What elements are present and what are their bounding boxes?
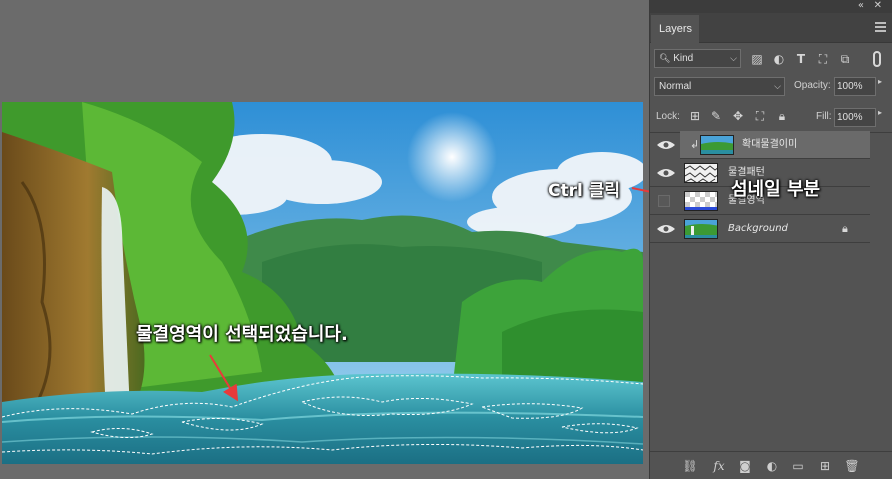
selection-done-annotation: 물결영역이 선택되었습니다. <box>136 324 348 345</box>
opacity-dropdown-icon[interactable]: ▸ <box>878 77 882 86</box>
fx-icon[interactable]: fx <box>711 459 727 473</box>
document-canvas[interactable] <box>2 102 643 464</box>
layer-name: 확대물결이미 <box>742 139 798 150</box>
search-icon: 🔍︎ <box>659 53 671 63</box>
new-layer-icon[interactable]: ⊞ <box>817 459 833 473</box>
lock-image-icon[interactable]: ✎ <box>708 109 724 123</box>
fill-input[interactable]: 100% <box>834 108 876 127</box>
delete-layer-icon[interactable]: 🗑︎ <box>844 459 860 473</box>
fill-dropdown-icon[interactable]: ▸ <box>878 108 882 117</box>
clipping-arrow-icon: ↲ <box>690 138 700 151</box>
panel-tab-bar: Layers <box>650 13 892 43</box>
image-filter-icon[interactable]: ▨ <box>749 52 765 66</box>
layers-panel: « ✕ Layers 🔍︎ Kind ⌵ ▨ ◐ T ⛶ ⧉ Normal ⌵ … <box>649 0 892 479</box>
opacity-value: 100% <box>837 81 863 92</box>
layer-thumbnail <box>684 163 718 183</box>
close-panel-icon[interactable]: ✕ <box>874 0 882 12</box>
lock-position-icon[interactable]: ✥ <box>730 109 746 123</box>
waterfall-landscape-image <box>2 102 643 464</box>
lock-transparent-icon[interactable]: ⊞ <box>687 109 703 123</box>
lock-artboard-icon[interactable]: ⛶ <box>752 109 768 123</box>
type-filter-icon[interactable]: T <box>793 52 809 66</box>
panel-menu-icon[interactable] <box>875 22 886 32</box>
layers-bottom-bar: ⛓ fx ◙ ◐ ▭ ⊞ 🗑︎ <box>650 451 892 479</box>
layer-thumbnail <box>700 135 734 155</box>
fill-label: Fill: <box>816 111 832 122</box>
smart-object-filter-icon[interactable]: ⧉ <box>837 52 853 66</box>
chevron-down-icon: ⌵ <box>730 53 737 63</box>
tab-layers[interactable]: Layers <box>651 15 699 43</box>
visibility-eye-icon[interactable] <box>656 139 676 151</box>
blend-mode-value: Normal <box>659 81 692 92</box>
layer-item-0[interactable]: ↲ 확대물결이미 <box>650 131 892 159</box>
fill-value: 100% <box>837 112 863 123</box>
lock-all-icon[interactable]: 🔒︎ <box>774 109 790 123</box>
visibility-toggle-off[interactable] <box>658 195 670 207</box>
visibility-eye-icon[interactable] <box>656 223 676 235</box>
layer-filter-row: 🔍︎ Kind ⌵ ▨ ◐ T ⛶ ⧉ <box>650 43 892 73</box>
kind-filter-label: Kind <box>673 53 694 64</box>
ctrl-click-annotation: Ctrl 클릭 <box>548 181 621 201</box>
opacity-label: Opacity: <box>794 80 831 91</box>
lock-row: Lock: ⊞ ✎ ✥ ⛶ 🔒︎ Fill: 100% ▸ <box>650 101 892 133</box>
blend-row: Normal ⌵ Opacity: 100% ▸ <box>650 73 892 101</box>
layer-item-3[interactable]: Background 🔒︎ <box>650 215 870 243</box>
chevron-down-icon: ⌵ <box>774 81 781 91</box>
panel-title-bar: « ✕ <box>650 0 892 13</box>
canvas-workspace[interactable]: 물결영역이 선택되었습니다. Ctrl 클릭 <box>0 0 649 479</box>
layer-thumbnail <box>684 219 718 239</box>
adjustment-filter-icon[interactable]: ◐ <box>771 52 787 66</box>
kind-filter-select[interactable]: 🔍︎ Kind ⌵ <box>654 49 741 68</box>
new-group-icon[interactable]: ▭ <box>790 459 806 473</box>
layer-lock-icon: 🔒︎ <box>842 222 848 235</box>
link-layers-icon[interactable]: ⛓ <box>682 459 698 473</box>
filter-toggle-icon[interactable] <box>873 51 881 67</box>
blend-mode-select[interactable]: Normal ⌵ <box>654 77 785 96</box>
collapse-panel-icon[interactable]: « <box>858 0 864 12</box>
shape-filter-icon[interactable]: ⛶ <box>815 52 831 66</box>
layer-thumbnail <box>684 191 718 211</box>
adjustment-layer-icon[interactable]: ◐ <box>764 459 780 473</box>
opacity-input[interactable]: 100% <box>834 77 876 96</box>
thumbnail-part-annotation: 섬네일 부분 <box>731 179 821 200</box>
lock-label: Lock: <box>656 111 680 122</box>
layer-name: Background <box>728 223 788 234</box>
visibility-eye-icon[interactable] <box>656 167 676 179</box>
add-mask-icon[interactable]: ◙ <box>737 459 753 473</box>
